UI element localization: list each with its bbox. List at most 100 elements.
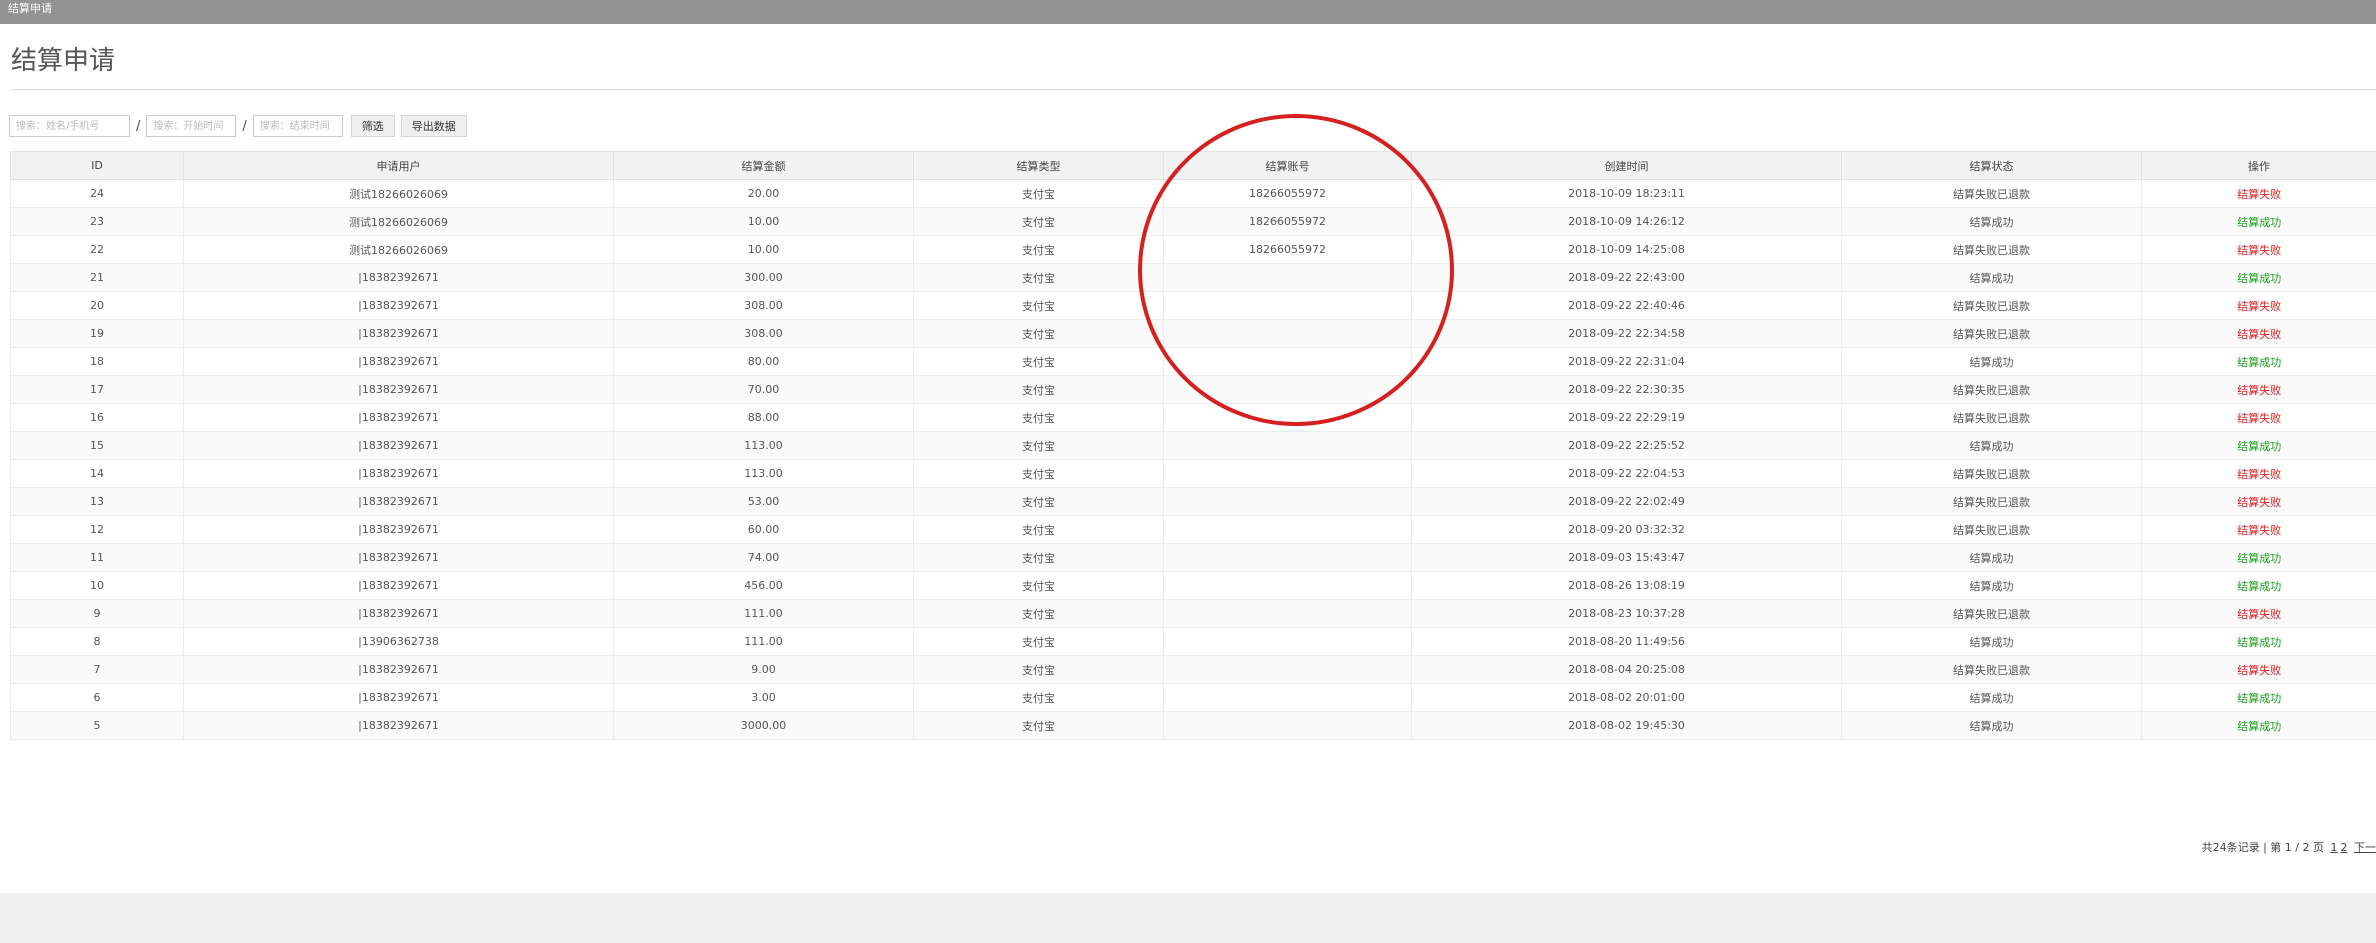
action-link[interactable]: 结算成功	[2237, 272, 2281, 285]
cell-amount: 10.00	[613, 207, 914, 236]
page-title: 结算申请	[11, 46, 116, 76]
action-link[interactable]: 结算失败	[2237, 496, 2281, 509]
cell-account: 18266055972	[1163, 179, 1412, 208]
cell-amount: 456.00	[613, 571, 914, 600]
cell-time: 2018-08-23 10:37:28	[1411, 599, 1842, 628]
pagination-summary: 共24条记录 | 第 1 / 2 页	[2201, 841, 2324, 854]
cell-account	[1163, 431, 1412, 460]
table-row: 14 |18382392671 113.00 支付宝 2018-09-22 22:04:…	[10, 459, 2376, 488]
action-link[interactable]: 结算失败	[2237, 300, 2281, 313]
cell-status: 结算成功	[1841, 627, 2142, 656]
pagination-page-2[interactable]: 2	[2341, 841, 2348, 854]
end-time-input[interactable]	[252, 115, 343, 137]
cell-amount: 308.00	[613, 319, 914, 348]
col-header-user: 申请用户	[183, 151, 614, 180]
cell-user: |18382392671	[183, 347, 614, 376]
cell-time: 2018-09-22 22:34:58	[1411, 319, 1842, 348]
cell-time: 2018-09-22 22:31:04	[1411, 347, 1842, 376]
window-title: 结算申请	[8, 2, 52, 15]
table-row: 15 |18382392671 113.00 支付宝 2018-09-22 22:25:…	[10, 431, 2376, 460]
cell-action: 结算失败	[2141, 235, 2376, 264]
cell-amount: 9.00	[613, 655, 914, 684]
cell-status: 结算失败已退款	[1841, 235, 2142, 264]
action-link[interactable]: 结算成功	[2237, 552, 2281, 565]
start-time-input[interactable]	[146, 115, 237, 137]
cell-account	[1163, 403, 1412, 432]
cell-type: 支付宝	[913, 515, 1164, 544]
table-row: 21 |18382392671 300.00 支付宝 2018-09-22 22:43:…	[10, 263, 2376, 292]
cell-time: 2018-08-02 19:45:30	[1411, 711, 1842, 740]
filter-bar: / / 筛选 导出数据	[9, 114, 467, 138]
cell-status: 结算成功	[1841, 543, 2142, 572]
cell-time: 2018-08-20 11:49:56	[1411, 627, 1842, 656]
cell-type: 支付宝	[913, 291, 1164, 320]
table-row: 16 |18382392671 88.00 支付宝 2018-09-22 22:29:1…	[10, 403, 2376, 432]
filter-button[interactable]: 筛选	[350, 115, 395, 137]
cell-action: 结算成功	[2141, 263, 2376, 292]
action-link[interactable]: 结算成功	[2237, 692, 2281, 705]
cell-type: 支付宝	[913, 375, 1164, 404]
cell-type: 支付宝	[913, 207, 1164, 236]
cell-amount: 113.00	[613, 459, 914, 488]
action-link[interactable]: 结算失败	[2237, 664, 2281, 677]
cell-user: 测试18266026069	[183, 179, 614, 208]
cell-time: 2018-09-22 22:04:53	[1411, 459, 1842, 488]
action-link[interactable]: 结算失败	[2237, 188, 2281, 201]
cell-id: 7	[10, 655, 184, 684]
cell-user: |18382392671	[183, 291, 614, 320]
action-link[interactable]: 结算失败	[2237, 468, 2281, 481]
cell-amount: 70.00	[613, 375, 914, 404]
cell-type: 支付宝	[913, 543, 1164, 572]
action-link[interactable]: 结算成功	[2237, 580, 2281, 593]
cell-id: 13	[10, 487, 184, 516]
action-link[interactable]: 结算成功	[2237, 636, 2281, 649]
cell-status: 结算失败已退款	[1841, 487, 2142, 516]
action-link[interactable]: 结算失败	[2237, 524, 2281, 537]
action-link[interactable]: 结算成功	[2237, 440, 2281, 453]
action-link[interactable]: 结算成功	[2237, 720, 2281, 733]
table-row: 19 |18382392671 308.00 支付宝 2018-09-22 22:34:…	[10, 319, 2376, 348]
cell-account	[1163, 711, 1412, 740]
action-link[interactable]: 结算失败	[2237, 244, 2281, 257]
cell-time: 2018-09-22 22:25:52	[1411, 431, 1842, 460]
cell-type: 支付宝	[913, 655, 1164, 684]
action-link[interactable]: 结算失败	[2237, 412, 2281, 425]
cell-user: |18382392671	[183, 711, 614, 740]
action-link[interactable]: 结算成功	[2237, 356, 2281, 369]
table-row: 11 |18382392671 74.00 支付宝 2018-09-03 15:43:4…	[10, 543, 2376, 572]
table-row: 23 测试18266026069 10.00 支付宝 18266055972 2018-1…	[10, 207, 2376, 236]
cell-status: 结算失败已退款	[1841, 459, 2142, 488]
pagination-page-1[interactable]: 1	[2331, 841, 2338, 854]
pagination: 共24条记录 | 第 1 / 2 页 12 下一	[2202, 839, 2376, 855]
table-row: 6 |18382392671 3.00 支付宝 2018-08-02 20:01:00 结…	[10, 683, 2376, 712]
cell-id: 17	[10, 375, 184, 404]
name-search-input[interactable]	[9, 115, 130, 137]
cell-time: 2018-09-22 22:40:46	[1411, 291, 1842, 320]
cell-amount: 111.00	[613, 627, 914, 656]
cell-account	[1163, 571, 1412, 600]
cell-id: 6	[10, 683, 184, 712]
action-link[interactable]: 结算失败	[2237, 328, 2281, 341]
cell-action: 结算失败	[2141, 375, 2376, 404]
cell-action: 结算成功	[2141, 571, 2376, 600]
cell-user: |18382392671	[183, 571, 614, 600]
export-button[interactable]: 导出数据	[400, 115, 467, 137]
cell-action: 结算失败	[2141, 319, 2376, 348]
table-row: 12 |18382392671 60.00 支付宝 2018-09-20 03:32:3…	[10, 515, 2376, 544]
cell-action: 结算成功	[2141, 347, 2376, 376]
cell-id: 23	[10, 207, 184, 236]
action-link[interactable]: 结算成功	[2237, 216, 2281, 229]
cell-user: |18382392671	[183, 655, 614, 684]
cell-account	[1163, 375, 1412, 404]
cell-status: 结算成功	[1841, 683, 2142, 712]
action-link[interactable]: 结算失败	[2237, 384, 2281, 397]
cell-account: 18266055972	[1163, 207, 1412, 236]
cell-user: |18382392671	[183, 487, 614, 516]
cell-id: 24	[10, 179, 184, 208]
cell-amount: 111.00	[613, 599, 914, 628]
cell-time: 2018-10-09 14:26:12	[1411, 207, 1842, 236]
pagination-next[interactable]: 下一	[2354, 841, 2376, 854]
cell-account	[1163, 655, 1412, 684]
col-header-amount: 结算金额	[613, 151, 914, 180]
action-link[interactable]: 结算失败	[2237, 608, 2281, 621]
